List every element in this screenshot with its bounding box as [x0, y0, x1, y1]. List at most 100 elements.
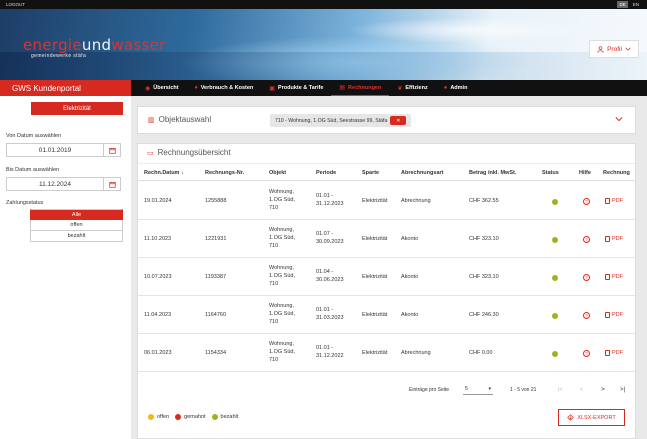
- nav-label: Verbrauch & Kosten: [200, 85, 254, 91]
- nav-item-admin[interactable]: ● Admin: [436, 80, 476, 96]
- to-date-picker[interactable]: 11.12.2024: [6, 177, 123, 191]
- cell-number: 1193387: [205, 274, 227, 280]
- next-page-button[interactable]: >: [601, 386, 605, 394]
- status-dot: [552, 351, 558, 357]
- xlsx-export-button[interactable]: XLSX-EXPORT: [558, 409, 625, 426]
- calendar-icon[interactable]: [104, 177, 121, 191]
- object-chip[interactable]: 710 - Wohnung, 1.OG Süd, Seestrasse 99, …: [270, 114, 412, 127]
- help-icon[interactable]: ?: [583, 198, 590, 205]
- cell-number: 1164760: [205, 312, 227, 318]
- lang-de[interactable]: DE: [617, 1, 628, 8]
- legend-dot-gemahnt: [175, 414, 182, 420]
- from-date-input[interactable]: 01.01.2019: [6, 143, 104, 157]
- chevron-down-icon[interactable]: [615, 115, 623, 123]
- pdf-download-link[interactable]: PDF: [605, 236, 623, 242]
- cell-art: Abrechnung: [401, 198, 431, 204]
- nav-item-rechnungen[interactable]: ▤ Rechnungen: [331, 80, 390, 96]
- col-sparte-header: Sparte: [362, 170, 380, 176]
- profile-button[interactable]: Profil: [589, 40, 639, 58]
- to-date-label: Bis Datum auswählen: [6, 167, 60, 173]
- document-icon: [605, 274, 610, 280]
- pdf-label: PDF: [612, 236, 623, 242]
- cell-object: Wohnung, 1.OG Süd, 710: [269, 227, 295, 249]
- cell-object: Wohnung, 1.OG Süd, 710: [269, 303, 295, 325]
- cell-art: Abrechnung: [401, 350, 431, 356]
- legend-label-gemahnt: gemahnt: [184, 414, 206, 420]
- pdf-download-link[interactable]: PDF: [605, 274, 623, 280]
- prev-page-button[interactable]: <: [580, 386, 583, 394]
- col-date-header[interactable]: Rechn.Datum ↓: [144, 170, 184, 176]
- chevron-down-icon: [625, 47, 631, 51]
- to-date-input[interactable]: 11.12.2024: [6, 177, 104, 191]
- pin-icon: ♦: [194, 85, 198, 91]
- status-option-alle[interactable]: Alle: [30, 209, 123, 220]
- logout-link[interactable]: LOGOUT: [6, 2, 25, 7]
- remove-icon[interactable]: ✕: [390, 116, 407, 125]
- invoice-icon: ▤: [339, 85, 346, 91]
- nav-item-uebersicht[interactable]: ◉ Übersicht: [137, 80, 187, 96]
- status-legend: offen gemahnt bezahlt: [148, 414, 238, 420]
- brand-logo[interactable]: energieundwasser gemeindewerke stäfa: [23, 36, 166, 59]
- user-icon: [597, 45, 604, 53]
- cell-period: 01.04 -30.06.2023: [316, 269, 344, 283]
- help-icon[interactable]: ?: [583, 236, 590, 243]
- object-selection-title: ▥ Objektauswahl: [148, 115, 211, 124]
- cell-amount: CHF 362.55: [469, 198, 499, 204]
- help-icon[interactable]: ?: [583, 350, 590, 357]
- cell-date: 11.10.2023: [144, 236, 172, 242]
- first-page-button[interactable]: |<: [558, 386, 563, 394]
- lang-en[interactable]: EN: [631, 1, 641, 8]
- top-bar: LOGOUT DE EN: [0, 0, 647, 9]
- nav-item-effizienz[interactable]: ❦ Effizienz: [389, 80, 435, 96]
- cell-object: Wohnung, 1.OG Süd, 710: [269, 189, 295, 211]
- product-button[interactable]: Elektrizität: [31, 102, 123, 115]
- status-dot: [552, 313, 558, 319]
- cell-amount: CHF 323.10: [469, 274, 499, 280]
- calendar-icon[interactable]: [104, 143, 121, 157]
- export-label: XLSX-EXPORT: [577, 414, 616, 421]
- payment-status-label: Zahlungsstatus: [6, 200, 44, 206]
- nav-item-produkte[interactable]: ▣ Produkte & Tarife: [261, 80, 331, 96]
- pdf-download-link[interactable]: PDF: [605, 350, 623, 356]
- cell-sparte: Elektrizität: [362, 236, 388, 242]
- from-date-picker[interactable]: 01.01.2019: [6, 143, 123, 157]
- per-page-label: Einträge pro Seite: [409, 387, 450, 393]
- cell-amount: CHF 0.00: [469, 350, 493, 356]
- gift-icon: ▣: [269, 85, 275, 92]
- pdf-download-link[interactable]: PDF: [605, 198, 623, 204]
- status-option-bezahlt[interactable]: bezahlt: [30, 231, 123, 242]
- cell-art: Akonto: [401, 236, 419, 242]
- menu: ◉ Übersicht ♦ Verbrauch & Kosten ▣ Produkte…: [137, 80, 475, 96]
- pagination: Einträge pro Seite 5 ▾ 1 - 5 von 21 |< <…: [138, 384, 635, 398]
- help-icon[interactable]: ?: [583, 312, 590, 319]
- per-page-value: 5: [465, 386, 468, 392]
- document-icon: [605, 236, 610, 242]
- cell-art: Akonto: [401, 312, 419, 318]
- table-row: 11.04.2023 1164760 Wohnung, 1.OG Süd, 710 01.…: [138, 296, 635, 334]
- status-option-offen[interactable]: offen: [30, 220, 123, 231]
- object-chip-label: 710 - Wohnung, 1.OG Süd, Seestrasse 99, …: [275, 117, 388, 124]
- money-icon: ▭: [147, 149, 154, 157]
- cell-number: 1154334: [205, 350, 227, 356]
- legend-dot-offen: [148, 414, 154, 420]
- cell-period: 01.07 -30.09.2023: [316, 231, 344, 245]
- nav-item-verbrauch[interactable]: ♦ Verbrauch & Kosten: [187, 80, 262, 96]
- object-selection-card[interactable]: ▥ Objektauswahl 710 - Wohnung, 1.OG Süd,…: [137, 106, 636, 134]
- page-range: 1 - 5 von 21: [510, 387, 537, 393]
- invoice-overview-card: ▭ Rechnungsübersicht Rechn.Datum ↓ Rechn…: [137, 143, 636, 439]
- portal-title[interactable]: GWS Kundenportal: [0, 80, 131, 96]
- pdf-label: PDF: [612, 198, 623, 204]
- cell-object: Wohnung, 1.OG Süd, 710: [269, 265, 295, 287]
- status-dot: [552, 237, 558, 243]
- cell-amount: CHF 323.10: [469, 236, 499, 242]
- profile-label: Profil: [607, 45, 622, 53]
- last-page-button[interactable]: >|: [620, 386, 625, 394]
- cell-sparte: Elektrizität: [362, 350, 388, 356]
- help-icon[interactable]: ?: [583, 274, 590, 281]
- status-dot: [552, 199, 558, 205]
- per-page-select[interactable]: 5 ▾: [463, 384, 493, 395]
- table-row: 06.01.2023 1154334 Wohnung, 1.OG Süd, 710 01.…: [138, 334, 635, 372]
- caret-down-icon: ▾: [488, 386, 491, 392]
- pdf-download-link[interactable]: PDF: [605, 312, 623, 318]
- cell-date: 11.04.2023: [144, 312, 172, 318]
